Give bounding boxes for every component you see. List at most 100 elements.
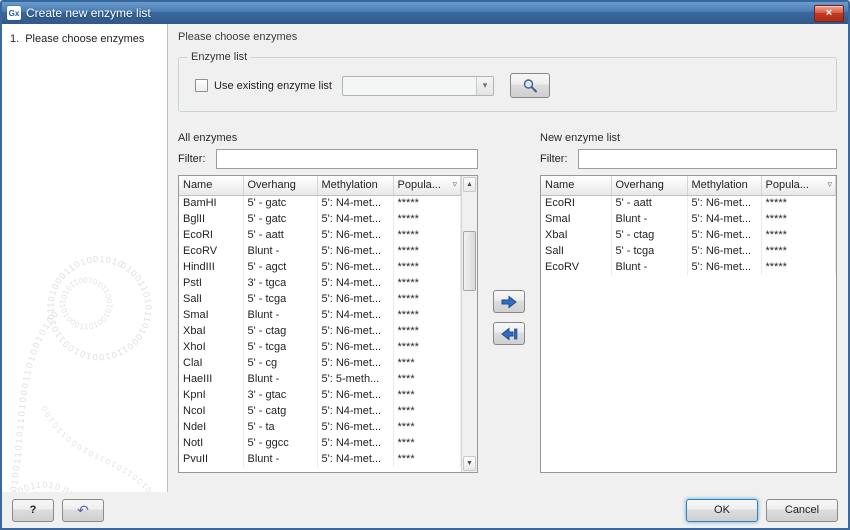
- svg-text:010011010110100011010010100110: 0100110101101000110100101001101011010001…: [2, 152, 61, 492]
- new-enzyme-list-title: New enzyme list: [540, 132, 837, 144]
- table-row[interactable]: SalI5' - tcga5': N6-met...*****: [541, 243, 836, 259]
- table-cell: ****: [393, 419, 461, 435]
- column-header[interactable]: Methylation: [687, 176, 761, 195]
- column-header[interactable]: Methylation: [317, 176, 393, 195]
- browse-enzyme-list-button[interactable]: [510, 73, 550, 98]
- table-cell: *****: [393, 323, 461, 339]
- table-cell: 5': N6-met...: [687, 259, 761, 275]
- table-row[interactable]: PstI3' - tgca5': N4-met...*****: [179, 275, 461, 291]
- table-row[interactable]: PvuIIBlunt -5': N4-met...****: [179, 451, 461, 467]
- new-enzyme-list-filter-input[interactable]: [578, 149, 837, 169]
- table-row[interactable]: HindIII5' - agct5': N6-met...*****: [179, 259, 461, 275]
- magnifier-icon: [522, 78, 539, 94]
- table-row[interactable]: HaeIIIBlunt -5': 5-meth...****: [179, 371, 461, 387]
- add-enzyme-button[interactable]: [493, 290, 525, 313]
- table-cell: *****: [393, 211, 461, 227]
- help-button[interactable]: ?: [12, 499, 54, 522]
- table-row[interactable]: BamHI5' - gatc5': N4-met...*****: [179, 195, 461, 211]
- column-header[interactable]: Popula...▿: [393, 176, 461, 195]
- table-cell: ****: [393, 387, 461, 403]
- table-row[interactable]: BglII5' - gatc5': N4-met...*****: [179, 211, 461, 227]
- column-header[interactable]: Name: [179, 176, 243, 195]
- table-cell: 5': N6-met...: [317, 355, 393, 371]
- table-cell: *****: [761, 211, 836, 227]
- table-cell: *****: [761, 259, 836, 275]
- table-row[interactable]: SalI5' - tcga5': N6-met...*****: [179, 291, 461, 307]
- table-row[interactable]: NdeI5' - ta5': N6-met...****: [179, 419, 461, 435]
- ok-button[interactable]: OK: [686, 499, 758, 522]
- reset-button[interactable]: ↶: [62, 499, 104, 522]
- scroll-up-icon[interactable]: ▲: [463, 177, 476, 192]
- remove-enzyme-button[interactable]: [493, 322, 525, 345]
- all-enzymes-filter-input[interactable]: [216, 149, 478, 169]
- table-cell: 5' - ggcc: [243, 435, 317, 451]
- table-row[interactable]: XhoI5' - tcga5': N6-met...*****: [179, 339, 461, 355]
- table-cell: 5': 5-meth...: [317, 371, 393, 387]
- table-cell: 5': N6-met...: [687, 243, 761, 259]
- table-row[interactable]: EcoRVBlunt -5': N6-met...*****: [541, 259, 836, 275]
- table-cell: 5': N6-met...: [317, 419, 393, 435]
- close-button[interactable]: ×: [814, 5, 844, 22]
- table-cell: 5' - ctag: [243, 323, 317, 339]
- table-cell: *****: [393, 195, 461, 211]
- left-arrow-icon: [500, 327, 518, 341]
- table-cell: EcoRV: [179, 243, 243, 259]
- table-cell: *****: [761, 243, 836, 259]
- table-cell: PstI: [179, 275, 243, 291]
- column-header[interactable]: Overhang: [243, 176, 317, 195]
- svg-text:010011010110100011010010100110: 0100110101101000110100101001101011010001…: [2, 152, 115, 331]
- scrollbar-thumb[interactable]: [463, 231, 476, 291]
- table-cell: ****: [393, 451, 461, 467]
- table-cell: ****: [393, 435, 461, 451]
- table-cell: BglII: [179, 211, 243, 227]
- titlebar[interactable]: Gx Create new enzyme list ×: [2, 2, 848, 24]
- column-header[interactable]: Popula...▿: [761, 176, 836, 195]
- table-row[interactable]: NotI5' - ggcc5': N4-met...****: [179, 435, 461, 451]
- table-row[interactable]: SmaIBlunt -5': N4-met...*****: [541, 211, 836, 227]
- table-cell: 5': N4-met...: [317, 435, 393, 451]
- svg-text:010011010110100011010010100110: 0100110101101000110100101001101011010001…: [2, 152, 93, 492]
- binary-watermark: 0100110101101000110100101001101011010001…: [2, 152, 168, 492]
- all-enzymes-title: All enzymes: [178, 132, 478, 144]
- table-row[interactable]: XbaI5' - ctag5': N6-met...*****: [541, 227, 836, 243]
- table-row[interactable]: EcoRVBlunt -5': N6-met...*****: [179, 243, 461, 259]
- table-cell: 5' - gatc: [243, 211, 317, 227]
- table-cell: 5' - aatt: [243, 227, 317, 243]
- column-header-label: Name: [183, 179, 212, 191]
- table-cell: NotI: [179, 435, 243, 451]
- table-row[interactable]: SmaIBlunt -5': N4-met...*****: [179, 307, 461, 323]
- cancel-button[interactable]: Cancel: [766, 499, 838, 522]
- table-cell: BamHI: [179, 195, 243, 211]
- enzyme-list-groupbox: Enzyme list Use existing enzyme list ▾: [178, 57, 837, 112]
- dropdown-value: [343, 77, 476, 95]
- table-cell: SmaI: [179, 307, 243, 323]
- table-cell: KpnI: [179, 387, 243, 403]
- table-cell: 5': N4-met...: [687, 211, 761, 227]
- table-cell: NdeI: [179, 419, 243, 435]
- vertical-scrollbar[interactable]: ▲ ▼: [461, 176, 477, 472]
- existing-enzyme-list-dropdown[interactable]: ▾: [342, 76, 494, 96]
- table-cell: EcoRI: [179, 227, 243, 243]
- app-icon: Gx: [7, 6, 21, 20]
- transfer-controls: [478, 290, 540, 345]
- table-cell: NcoI: [179, 403, 243, 419]
- table-cell: ****: [393, 355, 461, 371]
- table-row[interactable]: NcoI5' - catg5': N4-met...****: [179, 403, 461, 419]
- wizard-step-1: 1. Please choose enzymes: [10, 33, 161, 45]
- table-cell: 5' - ctag: [611, 227, 687, 243]
- table-cell: PvuII: [179, 451, 243, 467]
- scrollbar-track[interactable]: [462, 193, 477, 455]
- table-row[interactable]: EcoRI5' - aatt5': N6-met...*****: [179, 227, 461, 243]
- scroll-down-icon[interactable]: ▼: [463, 456, 476, 471]
- use-existing-enzyme-list-checkbox[interactable]: [195, 79, 208, 92]
- table-cell: *****: [761, 195, 836, 211]
- column-header[interactable]: Name: [541, 176, 611, 195]
- column-header[interactable]: Overhang: [611, 176, 687, 195]
- table-cell: 5': N4-met...: [317, 195, 393, 211]
- table-cell: *****: [393, 243, 461, 259]
- table-row[interactable]: XbaI5' - ctag5': N6-met...*****: [179, 323, 461, 339]
- table-row[interactable]: ClaI5' - cg5': N6-met...****: [179, 355, 461, 371]
- table-row[interactable]: KpnI3' - gtac5': N6-met...****: [179, 387, 461, 403]
- table-row[interactable]: EcoRI5' - aatt5': N6-met...*****: [541, 195, 836, 211]
- table-cell: HaeIII: [179, 371, 243, 387]
